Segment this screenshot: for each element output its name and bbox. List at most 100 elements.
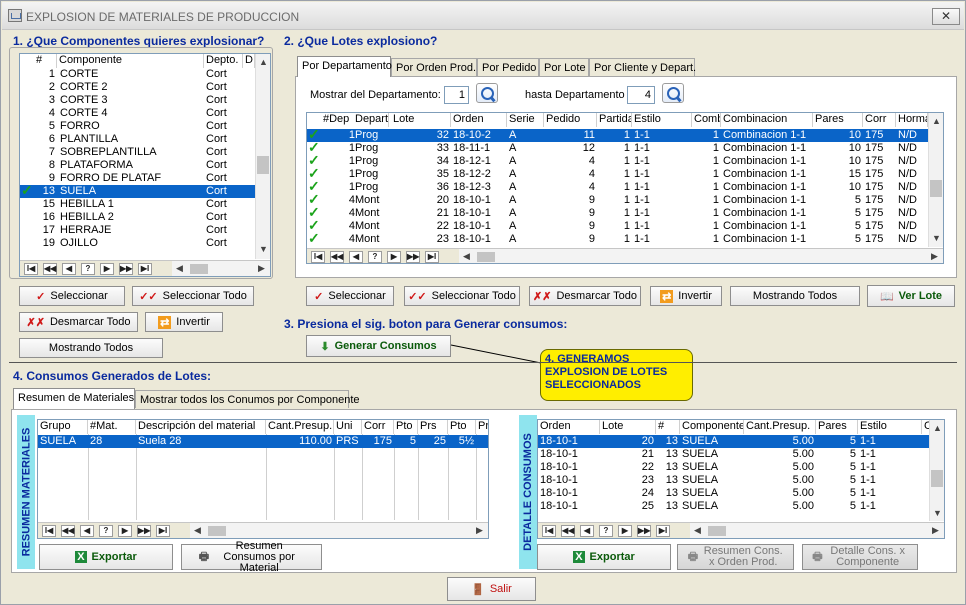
hscroll-thumb[interactable] xyxy=(708,526,726,536)
detail-row[interactable]: 18-10-1 25 13 SUELA 5.00 5 1-1 xyxy=(538,500,929,513)
scroll-up-icon[interactable]: ▲ xyxy=(933,423,942,433)
nav-button-3[interactable]: ? xyxy=(99,525,113,537)
table-row[interactable]: 19 OJILLO Cort xyxy=(20,237,255,250)
select-all-components-button[interactable]: ✓✓ Seleccionar Todo xyxy=(132,286,254,306)
components-grid[interactable]: # Componente Depto. D 1 CORTE Cort 2 CORTE 2… xyxy=(19,53,271,277)
nav-button-4[interactable]: ▶ xyxy=(100,263,114,275)
nav-button-5[interactable]: ▶▶ xyxy=(406,251,420,263)
tab-3[interactable]: Por Lote xyxy=(539,58,589,76)
tab-0[interactable]: Por Departamento xyxy=(297,56,392,77)
detail-row[interactable]: 18-10-1 22 13 SUELA 5.00 5 1-1 xyxy=(538,461,929,474)
select-all-lots-button[interactable]: ✓✓ Seleccionar Todo xyxy=(404,286,520,306)
nav-button-4[interactable]: ▶ xyxy=(118,525,132,537)
lots-row[interactable]: ✓ 4 Mont 20 18-10-1 A 9 1 1-1 1 Combinacion 1-1 5 17… xyxy=(307,191,928,207)
nav-button-1[interactable]: ◀◀ xyxy=(330,251,344,263)
select-components-button[interactable]: ✓ Seleccionar xyxy=(19,286,125,306)
scroll-up-icon[interactable]: ▲ xyxy=(259,57,268,67)
nav-button-4[interactable]: ▶ xyxy=(618,525,632,537)
lots-row[interactable]: ✓ 1 Prog 32 18-10-2 A 11 1 1-1 1 Combinacion 1-1 10… xyxy=(307,126,928,142)
summary-grid[interactable]: Grupo #Mat. Descripción del material Cant.P… xyxy=(37,419,489,539)
nav-button-1[interactable]: ◀◀ xyxy=(561,525,575,537)
search-to-icon[interactable] xyxy=(662,83,684,103)
summary-hscroll[interactable]: ◀ ▶ xyxy=(190,523,488,538)
scroll-down-icon[interactable]: ▼ xyxy=(933,508,942,518)
nav-button-0[interactable]: I◀ xyxy=(311,251,325,263)
detail-hscroll[interactable]: ◀ ▶ xyxy=(690,523,944,538)
nav-button-1[interactable]: ◀◀ xyxy=(61,525,75,537)
table-row[interactable]: ✓ 13 SUELA Cort xyxy=(20,182,255,198)
consumption-tab-1[interactable]: Mostrar todos los Conumos por Componente xyxy=(135,390,360,408)
scroll-up-icon[interactable]: ▲ xyxy=(932,116,941,126)
detail-row[interactable]: 18-10-1 21 13 SUELA 5.00 5 1-1 xyxy=(538,448,929,461)
nav-button-2[interactable]: ◀ xyxy=(80,525,94,537)
table-row[interactable]: 17 HERRAJE Cort xyxy=(20,224,255,237)
table-row[interactable]: 3 CORTE 3 Cort xyxy=(20,94,255,107)
search-from-icon[interactable] xyxy=(476,83,498,103)
detail-row[interactable]: 18-10-1 23 13 SUELA 5.00 5 1-1 xyxy=(538,474,929,487)
nav-button-3[interactable]: ? xyxy=(368,251,382,263)
lots-row[interactable]: ✓ 1 Prog 33 18-11-1 A 12 1 1-1 1 Combinacion 1-1 10… xyxy=(307,139,928,155)
tab-1[interactable]: Por Orden Prod. xyxy=(391,58,477,76)
hscroll-thumb[interactable] xyxy=(477,252,495,262)
lots-row[interactable]: ✓ 1 Prog 34 18-12-1 A 4 1 1-1 1 Combinacion 1-1 10 1… xyxy=(307,152,928,168)
nav-button-6[interactable]: ▶I xyxy=(138,263,152,275)
lots-row[interactable]: ✓ 1 Prog 36 18-12-3 A 4 1 1-1 1 Combinacion 1-1 10 1… xyxy=(307,178,928,194)
lots-row[interactable]: ✓ 4 Mont 21 18-10-1 A 9 1 1-1 1 Combinacion 1-1 5 17… xyxy=(307,204,928,220)
nav-button-5[interactable]: ▶▶ xyxy=(137,525,151,537)
export-detail-button[interactable]: X Exportar xyxy=(537,544,671,570)
hscroll-thumb[interactable] xyxy=(208,526,226,536)
hscroll-thumb[interactable] xyxy=(190,264,208,274)
scroll-right-icon[interactable]: ▶ xyxy=(258,263,265,274)
unmark-all-components-button[interactable]: ✗✗ Desmarcar Todo xyxy=(19,312,138,332)
summary-by-order-button[interactable]: 🖶 Resumen Cons. x Orden Prod. xyxy=(677,544,794,570)
lots-row[interactable]: ✓ 4 Mont 22 18-10-1 A 9 1 1-1 1 Combinacion 1-1 5 17… xyxy=(307,217,928,233)
table-row[interactable]: 9 FORRO DE PLATAF Cort xyxy=(20,172,255,185)
lots-row[interactable]: ✓ 4 Mont 23 18-10-1 A 9 1 1-1 1 Combinacion 1-1 5 17… xyxy=(307,230,928,246)
scroll-thumb[interactable] xyxy=(257,156,269,174)
consumption-tab-0[interactable]: Resumen de Materiales xyxy=(13,388,135,409)
detail-row[interactable]: 18-10-1 20 13 SUELA 5.00 5 1-1 xyxy=(538,435,929,448)
summary-by-material-button[interactable]: 🖶 Resumen Consumos por Material xyxy=(181,540,322,573)
scroll-left-icon[interactable]: ◀ xyxy=(694,525,701,536)
summary-row[interactable]: SUELA 28 Suela 28 110.00 PRS 175 5 25 5½ xyxy=(38,435,488,448)
invert-components-button[interactable]: ⇄ Invertir xyxy=(145,312,223,332)
to-dept-input[interactable]: 4 xyxy=(627,86,655,104)
scroll-thumb[interactable] xyxy=(930,180,942,197)
tab-2[interactable]: Por Pedido xyxy=(477,58,539,76)
nav-button-0[interactable]: I◀ xyxy=(42,525,56,537)
scroll-down-icon[interactable]: ▼ xyxy=(259,244,268,254)
table-row[interactable]: 2 CORTE 2 Cort xyxy=(20,81,255,94)
select-lots-button[interactable]: ✓ Seleccionar xyxy=(306,286,394,306)
components-vscroll[interactable]: ▲ ▼ xyxy=(255,54,270,259)
nav-button-5[interactable]: ▶▶ xyxy=(119,263,133,275)
nav-button-5[interactable]: ▶▶ xyxy=(637,525,651,537)
showing-all-components-button[interactable]: Mostrando Todos xyxy=(19,338,163,358)
lots-vscroll[interactable]: ▲ ▼ xyxy=(928,113,943,247)
scroll-right-icon[interactable]: ▶ xyxy=(476,525,483,536)
table-row[interactable]: 4 CORTE 4 Cort xyxy=(20,107,255,120)
lots-grid[interactable]: #Dep Depart Lote Orden Serie Pedido Partida Est… xyxy=(306,112,944,264)
nav-button-2[interactable]: ◀ xyxy=(62,263,76,275)
table-row[interactable]: 1 CORTE Cort xyxy=(20,68,255,81)
nav-button-3[interactable]: ? xyxy=(599,525,613,537)
exit-button[interactable]: 🚪 Salir xyxy=(447,577,536,601)
tab-4[interactable]: Por Cliente y Depart. xyxy=(589,58,696,76)
nav-button-4[interactable]: ▶ xyxy=(387,251,401,263)
scroll-left-icon[interactable]: ◀ xyxy=(463,251,470,262)
nav-button-6[interactable]: ▶I xyxy=(425,251,439,263)
table-row[interactable]: 7 SOBREPLANTILLA Cort xyxy=(20,146,255,159)
table-row[interactable]: 5 FORRO Cort xyxy=(20,120,255,133)
table-row[interactable]: 8 PLATAFORMA Cort xyxy=(20,159,255,172)
nav-button-0[interactable]: I◀ xyxy=(542,525,556,537)
nav-button-0[interactable]: I◀ xyxy=(24,263,38,275)
showing-all-lots-button[interactable]: Mostrando Todos xyxy=(730,286,860,306)
detail-by-component-button[interactable]: 🖶 Detalle Cons. x Componente xyxy=(802,544,918,570)
unmark-all-lots-button[interactable]: ✗✗ Desmarcar Todo xyxy=(529,286,641,306)
scroll-thumb[interactable] xyxy=(931,470,943,487)
scroll-left-icon[interactable]: ◀ xyxy=(176,263,183,274)
from-dept-input[interactable]: 1 xyxy=(444,86,469,104)
detail-vscroll[interactable]: ▲ ▼ xyxy=(929,420,944,521)
detail-row[interactable]: 18-10-1 24 13 SUELA 5.00 5 1-1 xyxy=(538,487,929,500)
detail-grid[interactable]: Orden Lote # Componente Cant.Presup. Pares Est… xyxy=(537,419,945,539)
nav-button-6[interactable]: ▶I xyxy=(156,525,170,537)
